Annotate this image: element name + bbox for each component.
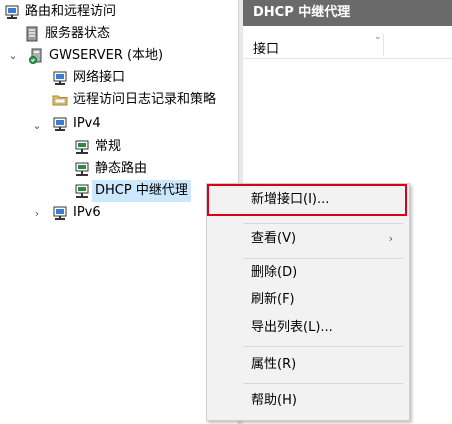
chevron-right-icon[interactable]: › <box>32 208 42 219</box>
tree-item-static-routes[interactable]: 静态路由 <box>74 158 147 180</box>
monitor-icon <box>53 206 67 220</box>
tree-item-server-status[interactable]: 服务器状态 <box>24 23 110 45</box>
menu-separator <box>243 223 403 224</box>
tree-item-ipv4[interactable]: IPv4 <box>52 113 101 135</box>
tree-item-label: 远程访问日志记录和策略 <box>73 92 217 107</box>
menu-separator <box>243 258 403 259</box>
tree-item-label: IPv6 <box>73 205 101 220</box>
network-icon <box>75 162 89 176</box>
menu-item-add-interface[interactable]: 新增接口(I)... <box>207 187 409 213</box>
folder-icon <box>52 95 68 106</box>
tree-item-label: 服务器状态 <box>45 26 111 41</box>
tree-item-label: 网络接口 <box>73 70 126 85</box>
tree-item-remote-access-logging[interactable]: 远程访问日志记录和策略 <box>52 89 216 111</box>
column-header-label: 接口 <box>253 42 280 57</box>
navigation-tree: 路由和远程访问 服务器状态 ⌄ GWSERVER (本地) 网络接口 远程访问日… <box>0 0 238 424</box>
context-menu: 新增接口(I)... 查看(V) › 删除(D) 刷新(F) 导出列表(L)..… <box>206 183 410 421</box>
tree-item-dhcp-relay-agent[interactable]: DHCP 中继代理 <box>74 180 191 202</box>
menu-separator <box>243 346 403 347</box>
menu-item-label: 查看(V) <box>251 231 297 246</box>
menu-item-delete[interactable]: 删除(D) <box>207 260 409 286</box>
tree-item-routing-remote-access[interactable]: 路由和远程访问 <box>4 1 116 23</box>
network-icon <box>75 140 89 154</box>
column-header[interactable]: 接口 ⌄ <box>243 32 452 59</box>
network-icon <box>75 184 89 198</box>
menu-item-help[interactable]: 帮助(H) <box>207 388 409 414</box>
tree-item-label: IPv4 <box>73 116 101 131</box>
tree-item-network-interfaces[interactable]: 网络接口 <box>52 67 125 89</box>
tree-item-gwserver[interactable]: GWSERVER (本地) <box>28 45 163 67</box>
menu-item-view[interactable]: 查看(V) › <box>207 226 409 252</box>
tree-item-label: GWSERVER (本地) <box>49 48 164 63</box>
tree-item-label: 静态路由 <box>95 161 148 176</box>
column-separator[interactable] <box>383 34 384 56</box>
menu-separator <box>243 383 403 384</box>
server-icon <box>26 26 38 42</box>
menu-item-export-list[interactable]: 导出列表(L)... <box>207 315 409 341</box>
tree-item-ipv6[interactable]: IPv6 <box>52 202 101 224</box>
chevron-right-icon: › <box>388 232 393 245</box>
menu-item-refresh[interactable]: 刷新(F) <box>207 287 409 313</box>
tree-item-label: 路由和远程访问 <box>25 4 117 19</box>
menu-item-properties[interactable]: 属性(R) <box>207 352 409 378</box>
chevron-down-icon[interactable]: ⌄ <box>32 120 42 131</box>
pane-title: DHCP 中继代理 <box>243 0 452 26</box>
chevron-down-icon[interactable]: ⌄ <box>8 50 18 61</box>
tree-item-label: 常规 <box>95 139 122 154</box>
tree-item-general[interactable]: 常规 <box>74 136 121 158</box>
server-icon <box>29 48 42 64</box>
monitor-icon <box>5 5 19 19</box>
monitor-icon <box>53 71 67 85</box>
tree-item-label: DHCP 中继代理 <box>92 180 191 202</box>
monitor-icon <box>53 117 67 131</box>
sort-arrow-icon: ⌄ <box>374 32 382 42</box>
